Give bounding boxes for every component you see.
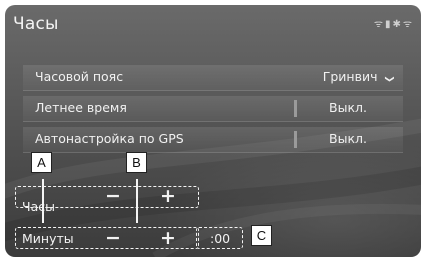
toggle-indicator [294, 131, 297, 148]
callout-c: C [251, 225, 272, 246]
minutes-plus-button[interactable]: + [160, 229, 176, 248]
dst-label: Летнее время [35, 100, 127, 115]
status-icons: ᯤ▮✱ᯤ [373, 19, 414, 30]
callout-a-leader [42, 179, 44, 223]
hours-label: Часы [22, 199, 55, 214]
minutes-label: Минуты [22, 231, 74, 246]
clock-settings-screen: Часы ᯤ▮✱ᯤ Часовой пояс Гринвич ❯ Летнее … [5, 5, 421, 257]
callout-b-leader [136, 179, 138, 223]
page-title: Часы [13, 14, 59, 34]
gps-label: Автонастройка по GPS [35, 131, 184, 146]
hours-plus-button[interactable]: + [160, 187, 176, 206]
chevron-down-icon: ❯ [384, 75, 395, 83]
callout-a: A [31, 152, 52, 173]
reset-minutes-button[interactable]: :00 [210, 231, 230, 246]
timezone-label: Часовой пояс [35, 69, 124, 84]
hours-minus-button[interactable]: − [105, 187, 121, 206]
toggle-indicator [294, 100, 297, 117]
setting-row-dst[interactable]: Летнее время Выкл. [23, 96, 403, 122]
setting-row-timezone[interactable]: Часовой пояс Гринвич ❯ [23, 65, 403, 91]
minutes-minus-button[interactable]: − [105, 229, 121, 248]
gps-value[interactable]: Выкл. [329, 131, 367, 146]
dst-value[interactable]: Выкл. [329, 100, 367, 115]
setting-row-gps[interactable]: Автонастройка по GPS Выкл. [23, 127, 403, 153]
callout-b: B [126, 152, 147, 173]
timezone-value[interactable]: Гринвич ❯ [323, 69, 395, 84]
